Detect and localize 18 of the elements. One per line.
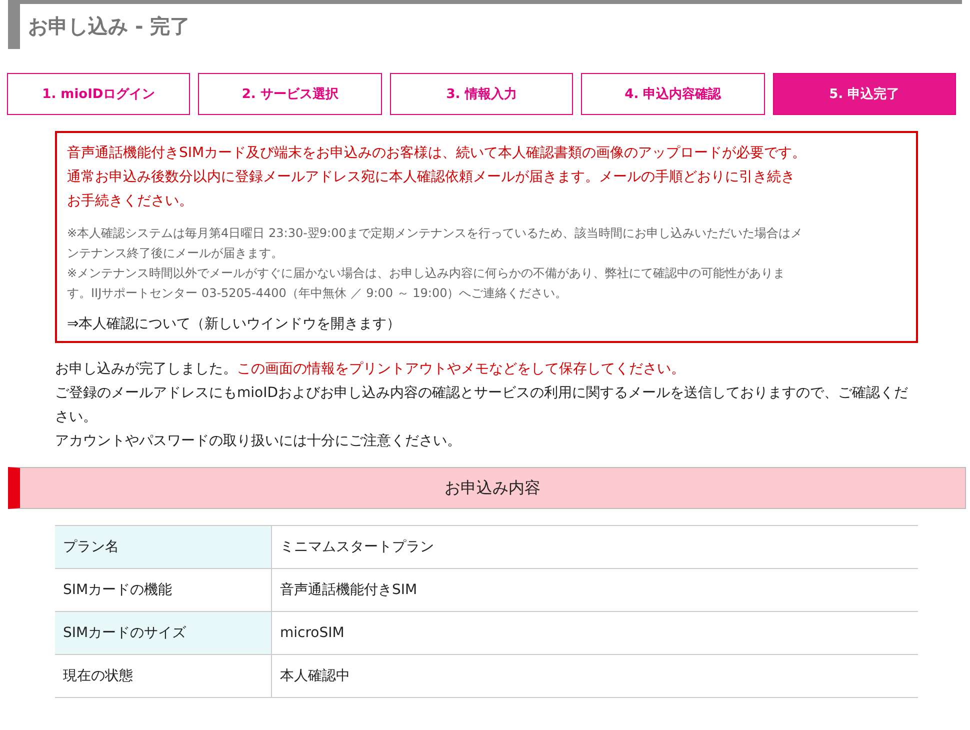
verification-link[interactable]: ⇒本人確認について（新しいウインドウを開きます） (67, 313, 401, 335)
table-cell: ミニマムスタートプラン (272, 526, 918, 568)
table-cell: microSIM (272, 612, 918, 654)
table-cell: 現在の状態 (55, 654, 272, 698)
note-text: ※メンテナンス時間以外でメールがすぐに届かない場合は、お申し込み内容に何らかの不備があり、弊社にて確認中の可能性があります。IIJサポートセンター 03-5205-4400（年中無休 ／ 9:00 ～ 19:00）へご連絡ください。 (67, 265, 786, 302)
table-cell: 本人確認中 (272, 654, 918, 698)
table-cell: SIMカードのサイズ (55, 612, 272, 654)
page-title: お申し込み - 完了 (28, 13, 190, 40)
completion-text: ご登録のメールアドレスにもmioIDおよびお申し込み内容の確認とサービスの利用に関するメールを送信しておりますので、ご確認ください。 (55, 384, 910, 427)
completion-text: アカウントやパスワードの取り扱いには十分にご注意ください。 (55, 432, 462, 451)
completion-text: この画面の情報をプリントアウトやメモなどをして保存してください。 (237, 361, 685, 377)
section-title: お申込み内容 (444, 478, 540, 498)
table-cell: 音声通話機能付きSIM (272, 568, 918, 612)
notice-text: 音声通話機能付きSIMカード及び端末をお申込みのお客様は、続いて本人確認書類の画像のアップロードが必要です。 (67, 144, 807, 163)
note-text: ※本人確認システムは毎月第4日曜日 23:30-翌9:00まで定期メンテナンスを行っているため、該当時間にお申し込みいただいた場合はメンテナンス終了後にメールが届きます。 (67, 225, 804, 262)
notice-text: 通常お申込み後数分以内に登録メールアドレス宛に本人確認依頼メールが届きます。メールの手順どおりに引き続きお手続きください。 (67, 168, 796, 211)
completion-text: お申し込みが完了しました。 (55, 361, 237, 377)
table-cell: プラン名 (55, 526, 272, 568)
